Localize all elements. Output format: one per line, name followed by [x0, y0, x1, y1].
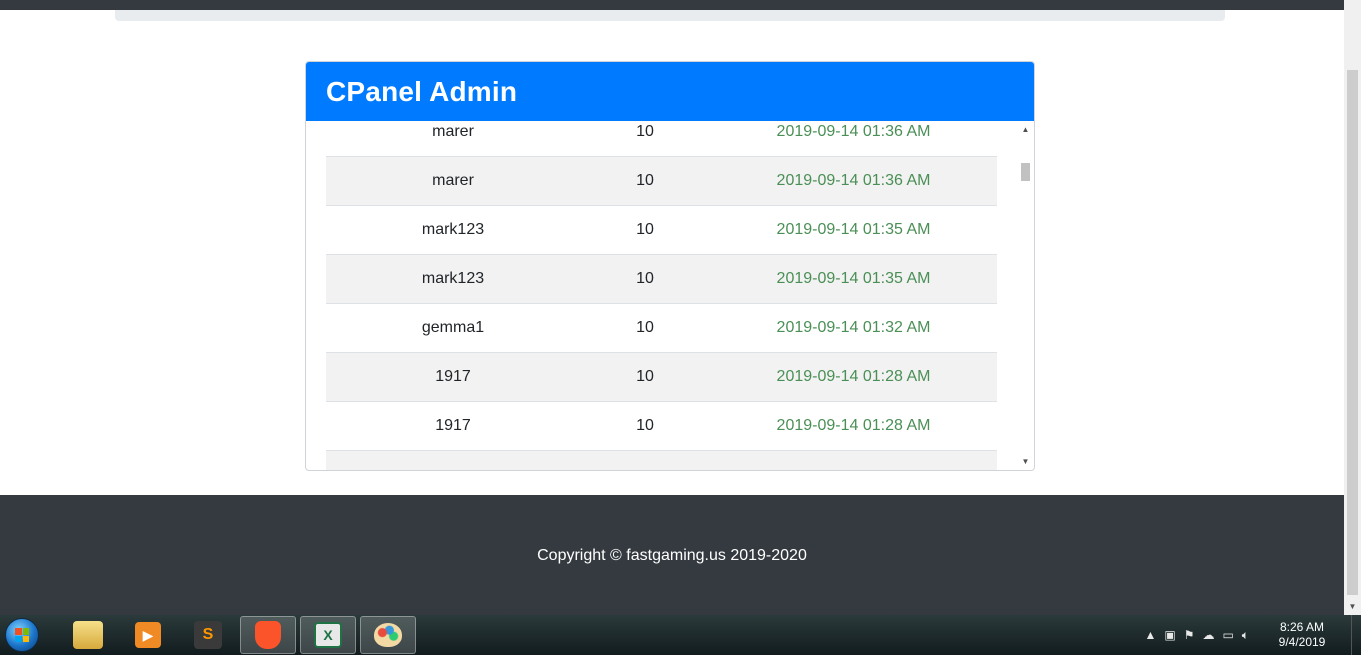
- taskbar-brave-browser[interactable]: [240, 616, 296, 654]
- scroll-down-arrow-icon[interactable]: ▼: [1017, 453, 1034, 470]
- value-cell: 10: [636, 221, 654, 238]
- taskbar-sublime-text[interactable]: S: [180, 616, 236, 654]
- show-desktop-button[interactable]: [1351, 615, 1361, 655]
- username-cell: marer: [432, 172, 474, 189]
- volume-icon[interactable]: 🔈︎: [1242, 628, 1249, 643]
- taskbar-file-explorer[interactable]: [60, 616, 116, 654]
- table-row: 1917 10 2019-09-14 01:28 AM: [326, 402, 997, 451]
- username-cell: mark123: [421, 221, 485, 238]
- value-cell: 10: [636, 270, 654, 287]
- date-cell: 2019-09-14 01:36 AM: [776, 123, 931, 140]
- date-cell: 2019-09-14 01:35 AM: [776, 270, 931, 287]
- page-scroll-down-arrow-icon[interactable]: ▼: [1344, 599, 1361, 613]
- cpanel-admin-card: CPanel Admin marer 10 2019-09-14 01:36 A…: [305, 61, 1035, 471]
- play-icon: ▶: [135, 622, 161, 648]
- windows-taskbar: ▶ S X ▲ ▣ ⚑ ☁ ▭ 🔈︎ 8:26 AM 9/4/2019: [0, 615, 1361, 655]
- clock-time: 8:26 AM: [1279, 620, 1325, 634]
- card-title: CPanel Admin: [326, 75, 518, 107]
- windows-logo-icon: [5, 618, 39, 652]
- brave-lion-icon: [255, 621, 281, 649]
- folder-icon: [73, 621, 103, 649]
- action-center-flag-icon[interactable]: ⚑: [1184, 628, 1195, 643]
- date-cell: 2019-09-14 01:28 AM: [776, 417, 931, 434]
- paint-palette-icon: [374, 623, 402, 647]
- username-cell: 1917: [435, 417, 471, 434]
- show-hidden-icons-chevron-icon[interactable]: ▲: [1144, 628, 1156, 643]
- sublime-icon: S: [194, 621, 222, 649]
- value-cell: 10: [636, 368, 654, 385]
- username-cell: mark123: [421, 270, 485, 287]
- table-row: marer 10 2019-09-14 01:36 AM: [326, 121, 997, 157]
- scroll-thumb[interactable]: [1021, 163, 1030, 181]
- clock-date: 9/4/2019: [1278, 635, 1326, 649]
- taskbar-paint[interactable]: [360, 616, 416, 654]
- card-body-scroll-area[interactable]: marer 10 2019-09-14 01:36 AM marer 10 20…: [306, 121, 1034, 470]
- system-tray: ▲ ▣ ⚑ ☁ ▭ 🔈︎ 8:26 AM 9/4/2019: [1144, 615, 1361, 655]
- username-cell: 1917: [435, 368, 471, 385]
- page-footer: Copyright © fastgaming.us 2019-2020: [0, 495, 1344, 615]
- date-cell: 2019-09-14 01:32 AM: [776, 319, 931, 336]
- table-row: gemma1 10 2019-09-14 01:32 AM: [326, 304, 997, 353]
- value-cell: 10: [636, 417, 654, 434]
- monitor-icon[interactable]: ▣: [1164, 628, 1175, 643]
- copyright-text: Copyright © fastgaming.us 2019-2020: [537, 547, 807, 564]
- scroll-up-arrow-icon[interactable]: ▲: [1017, 121, 1034, 138]
- activity-table: marer 10 2019-09-14 01:36 AM marer 10 20…: [326, 121, 997, 470]
- value-cell: 10: [636, 123, 654, 140]
- network-icon[interactable]: ▭: [1222, 628, 1233, 643]
- table-row: [326, 451, 997, 470]
- table-row: 1917 10 2019-09-14 01:28 AM: [326, 353, 997, 402]
- card-header: CPanel Admin: [306, 62, 1034, 121]
- excel-icon: X: [314, 622, 342, 648]
- taskbar-excel[interactable]: X: [300, 616, 356, 654]
- tray-icons: ▲ ▣ ⚑ ☁ ▭ 🔈︎: [1144, 628, 1249, 643]
- table-row: mark123 10 2019-09-14 01:35 AM: [326, 255, 997, 304]
- username-cell: marer: [432, 123, 474, 140]
- taskbar-media-player[interactable]: ▶: [120, 616, 176, 654]
- page-scroll-thumb[interactable]: [1347, 70, 1358, 595]
- onedrive-cloud-icon[interactable]: ☁: [1202, 628, 1214, 643]
- date-cell: 2019-09-14 01:35 AM: [776, 221, 931, 238]
- taskbar-clock[interactable]: 8:26 AM 9/4/2019: [1267, 620, 1337, 650]
- value-cell: 10: [636, 319, 654, 336]
- date-cell: 2019-09-14 01:36 AM: [776, 172, 931, 189]
- table-scrollbar[interactable]: ▲ ▼: [1017, 121, 1034, 470]
- page-scrollbar[interactable]: ▼: [1344, 0, 1361, 615]
- username-cell: gemma1: [421, 319, 485, 336]
- top-jumbotron-bar: [115, 10, 1225, 21]
- table-row: mark123 10 2019-09-14 01:35 AM: [326, 206, 997, 255]
- date-cell: 2019-09-14 01:28 AM: [776, 368, 931, 385]
- top-navbar-strip: [0, 0, 1344, 10]
- table-row: marer 10 2019-09-14 01:36 AM: [326, 157, 997, 206]
- start-button[interactable]: [0, 615, 44, 655]
- value-cell: 10: [636, 172, 654, 189]
